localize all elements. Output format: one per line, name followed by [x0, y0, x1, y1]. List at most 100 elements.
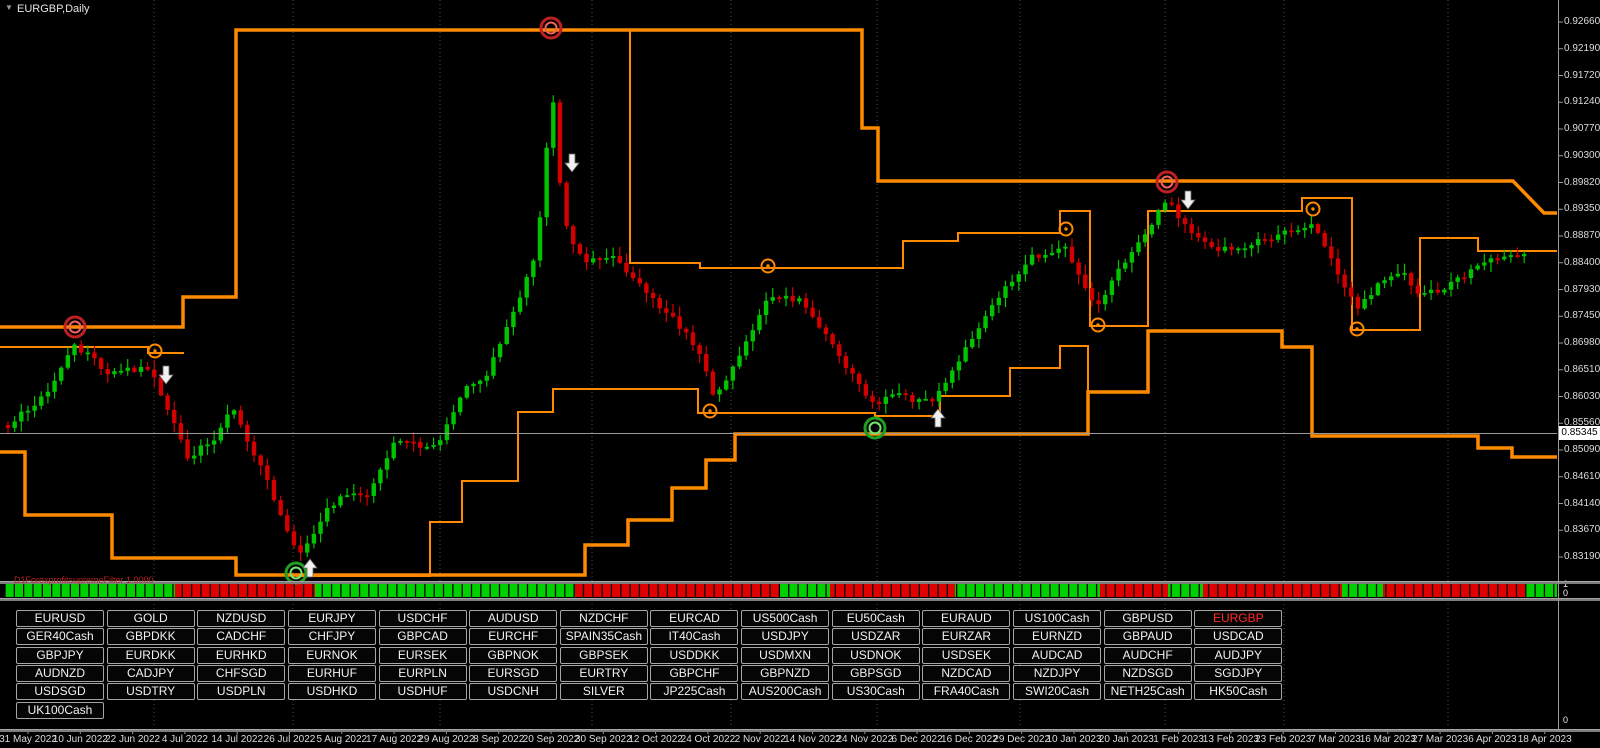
symbol-cell-chfjpy[interactable]: CHFJPY: [288, 628, 376, 645]
symbol-cell-usdcad[interactable]: USDCAD: [1194, 628, 1282, 645]
symbol-cell-eurnzd[interactable]: EURNZD: [1013, 628, 1101, 645]
symbol-cell-audchf[interactable]: AUDCHF: [1104, 647, 1192, 664]
candle-body: [924, 399, 928, 401]
symbol-cell-eursek[interactable]: EURSEK: [379, 647, 467, 664]
candle-body: [810, 308, 814, 317]
symbol-cell-eu50cash[interactable]: EU50Cash: [832, 610, 920, 627]
symbol-cell-nzdchf[interactable]: NZDCHF: [560, 610, 648, 627]
symbol-cell-gold[interactable]: GOLD: [107, 610, 195, 627]
candle-body: [378, 470, 382, 484]
candle-body: [478, 381, 482, 384]
candle-body: [126, 368, 130, 371]
candle-body: [1130, 252, 1134, 262]
symbol-cell-eurjpy[interactable]: EURJPY: [288, 610, 376, 627]
symbol-cell-us500cash[interactable]: US500Cash: [741, 610, 829, 627]
candle-body: [1243, 248, 1247, 250]
symbol-cell-neth25cash[interactable]: NETH25Cash: [1104, 683, 1192, 700]
symbol-cell-audjpy[interactable]: AUDJPY: [1194, 647, 1282, 664]
symbol-cell-sgdjpy[interactable]: SGDJPY: [1194, 665, 1282, 682]
symbol-cell-eurchf[interactable]: EURCHF: [469, 628, 557, 645]
price-axis-label: 0.90770: [1564, 123, 1600, 135]
symbol-cell-gbpjpy[interactable]: GBPJPY: [16, 647, 104, 664]
symbol-cell-eurnok[interactable]: EURNOK: [288, 647, 376, 664]
symbol-cell-nzdcad[interactable]: NZDCAD: [922, 665, 1010, 682]
symbol-cell-usddkk[interactable]: USDDKK: [650, 647, 738, 664]
candle-body: [352, 493, 356, 495]
candle-body: [1436, 290, 1440, 293]
symbol-cell-it40cash[interactable]: IT40Cash: [650, 628, 738, 645]
symbol-cell-eurhuf[interactable]: EURHUF: [288, 665, 376, 682]
symbol-cell-usdjpy[interactable]: USDJPY: [741, 628, 829, 645]
symbol-cell-eurusd[interactable]: EURUSD: [16, 610, 104, 627]
time-axis-label: 7 Mar 2023: [1310, 734, 1361, 746]
candle-body: [292, 531, 296, 545]
symbol-cell-nzdusd[interactable]: NZDUSD: [197, 610, 285, 627]
symbol-cell-gbpaud[interactable]: GBPAUD: [1104, 628, 1192, 645]
symbol-cell-eurhkd[interactable]: EURHKD: [197, 647, 285, 664]
candle-body: [1469, 269, 1473, 278]
symbol-cell-euraud[interactable]: EURAUD: [922, 610, 1010, 627]
symbol-cell-chfsgd[interactable]: CHFSGD: [197, 665, 285, 682]
symbol-cell-usdnok[interactable]: USDNOK: [832, 647, 920, 664]
symbol-cell-nzdsgd[interactable]: NZDSGD: [1104, 665, 1192, 682]
symbol-cell-gbpcad[interactable]: GBPCAD: [379, 628, 467, 645]
symbol-cell-cadchf[interactable]: CADCHF: [197, 628, 285, 645]
symbol-cell-eurdkk[interactable]: EURDKK: [107, 647, 195, 664]
candle-body: [1263, 239, 1267, 241]
symbol-cell-aus200cash[interactable]: AUS200Cash: [741, 683, 829, 700]
price-axis-label: 0.92190: [1564, 43, 1600, 55]
symbol-cell-cadjpy[interactable]: CADJPY: [107, 665, 195, 682]
time-axis-label: 31 May 2022: [0, 734, 57, 746]
symbol-cell-usdpln[interactable]: USDPLN: [197, 683, 285, 700]
symbol-cell-silver[interactable]: SILVER: [560, 683, 648, 700]
symbol-cell-usdzar[interactable]: USDZAR: [832, 628, 920, 645]
symbol-cell-gbpchf[interactable]: GBPCHF: [650, 665, 738, 682]
symbol-cell-eurgbp[interactable]: EURGBP: [1194, 610, 1282, 627]
candle-body: [538, 217, 542, 260]
symbol-cell-fra40cash[interactable]: FRA40Cash: [922, 683, 1010, 700]
candle-body: [79, 345, 83, 353]
symbol-cell-usdsgd[interactable]: USDSGD: [16, 683, 104, 700]
candle-body: [564, 183, 568, 226]
symbol-cell-spain35cash[interactable]: SPAIN35Cash: [560, 628, 648, 645]
symbol-cell-us100cash[interactable]: US100Cash: [1013, 610, 1101, 627]
window-separator[interactable]: [0, 581, 1600, 584]
symbol-cell-gbpnzd[interactable]: GBPNZD: [741, 665, 829, 682]
symbol-cell-swi20cash[interactable]: SWI20Cash: [1013, 683, 1101, 700]
symbol-cell-usdhkd[interactable]: USDHKD: [288, 683, 376, 700]
candle-body: [1156, 210, 1160, 225]
symbol-cell-usdtry[interactable]: USDTRY: [107, 683, 195, 700]
symbol-cell-usdchf[interactable]: USDCHF: [379, 610, 467, 627]
symbol-cell-usdmxn[interactable]: USDMXN: [741, 647, 829, 664]
symbol-cell-eurtry[interactable]: EURTRY: [560, 665, 648, 682]
window-separator[interactable]: [0, 598, 1600, 601]
time-axis-label: 30 Sep 2022: [575, 734, 632, 746]
symbol-cell-usdsek[interactable]: USDSEK: [922, 647, 1010, 664]
candle-body: [983, 316, 987, 328]
symbol-cell-uk100cash[interactable]: UK100Cash: [16, 702, 104, 719]
candle-body: [12, 422, 16, 428]
time-axis-label: 24 Nov 2022: [836, 734, 893, 746]
symbol-cell-nzdjpy[interactable]: NZDJPY: [1013, 665, 1101, 682]
symbol-cell-audcad[interactable]: AUDCAD: [1013, 647, 1101, 664]
symbol-cell-usdhuf[interactable]: USDHUF: [379, 683, 467, 700]
symbol-cell-eursgd[interactable]: EURSGD: [469, 665, 557, 682]
symbol-cell-eurpln[interactable]: EURPLN: [379, 665, 467, 682]
symbol-cell-gbpsgd[interactable]: GBPSGD: [832, 665, 920, 682]
symbol-cell-jp225cash[interactable]: JP225Cash: [650, 683, 738, 700]
symbol-cell-gbpnok[interactable]: GBPNOK: [469, 647, 557, 664]
symbol-cell-us30cash[interactable]: US30Cash: [832, 683, 920, 700]
time-axis-label: 5 Aug 2022: [316, 734, 367, 746]
symbol-cell-ger40cash[interactable]: GER40Cash: [16, 628, 104, 645]
symbol-cell-usdcnh[interactable]: USDCNH: [469, 683, 557, 700]
symbol-cell-eurzar[interactable]: EURZAR: [922, 628, 1010, 645]
symbol-dropdown-icon[interactable]: ▼: [5, 3, 13, 12]
candle-body: [1190, 224, 1194, 233]
symbol-cell-gbpdkk[interactable]: GBPDKK: [107, 628, 195, 645]
symbol-cell-gbpsek[interactable]: GBPSEK: [560, 647, 648, 664]
symbol-cell-audusd[interactable]: AUDUSD: [469, 610, 557, 627]
symbol-cell-hk50cash[interactable]: HK50Cash: [1194, 683, 1282, 700]
symbol-cell-gbpusd[interactable]: GBPUSD: [1104, 610, 1192, 627]
symbol-cell-eurcad[interactable]: EURCAD: [650, 610, 738, 627]
symbol-cell-audnzd[interactable]: AUDNZD: [16, 665, 104, 682]
